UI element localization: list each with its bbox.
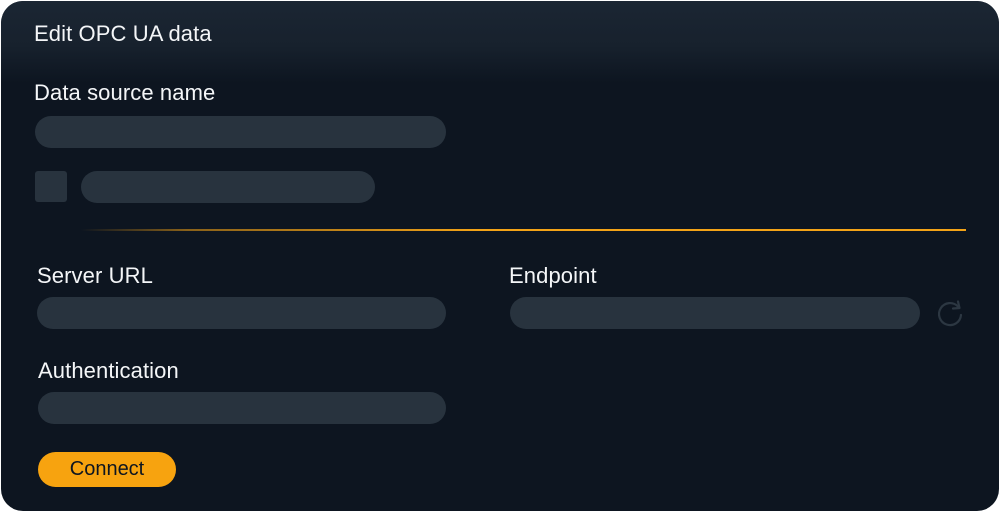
authentication-label: Authentication — [38, 358, 179, 383]
authentication-input[interactable] — [38, 392, 446, 424]
server-url-label: Server URL — [37, 263, 153, 288]
edit-dialog: Edit OPC UA data Data source name Server… — [1, 1, 999, 511]
data-source-name-input[interactable] — [35, 116, 446, 148]
dialog-header: Edit OPC UA data — [1, 1, 999, 83]
endpoint-input[interactable] — [510, 297, 920, 329]
refresh-icon[interactable] — [934, 299, 966, 331]
server-url-input[interactable] — [37, 297, 446, 329]
data-source-name-label: Data source name — [34, 80, 216, 105]
section-divider — [81, 229, 966, 231]
endpoint-label: Endpoint — [509, 263, 597, 288]
connect-button[interactable]: Connect — [38, 452, 176, 487]
option-checkbox[interactable] — [35, 171, 67, 202]
dialog-title: Edit OPC UA data — [34, 21, 212, 46]
option-input[interactable] — [81, 171, 375, 203]
